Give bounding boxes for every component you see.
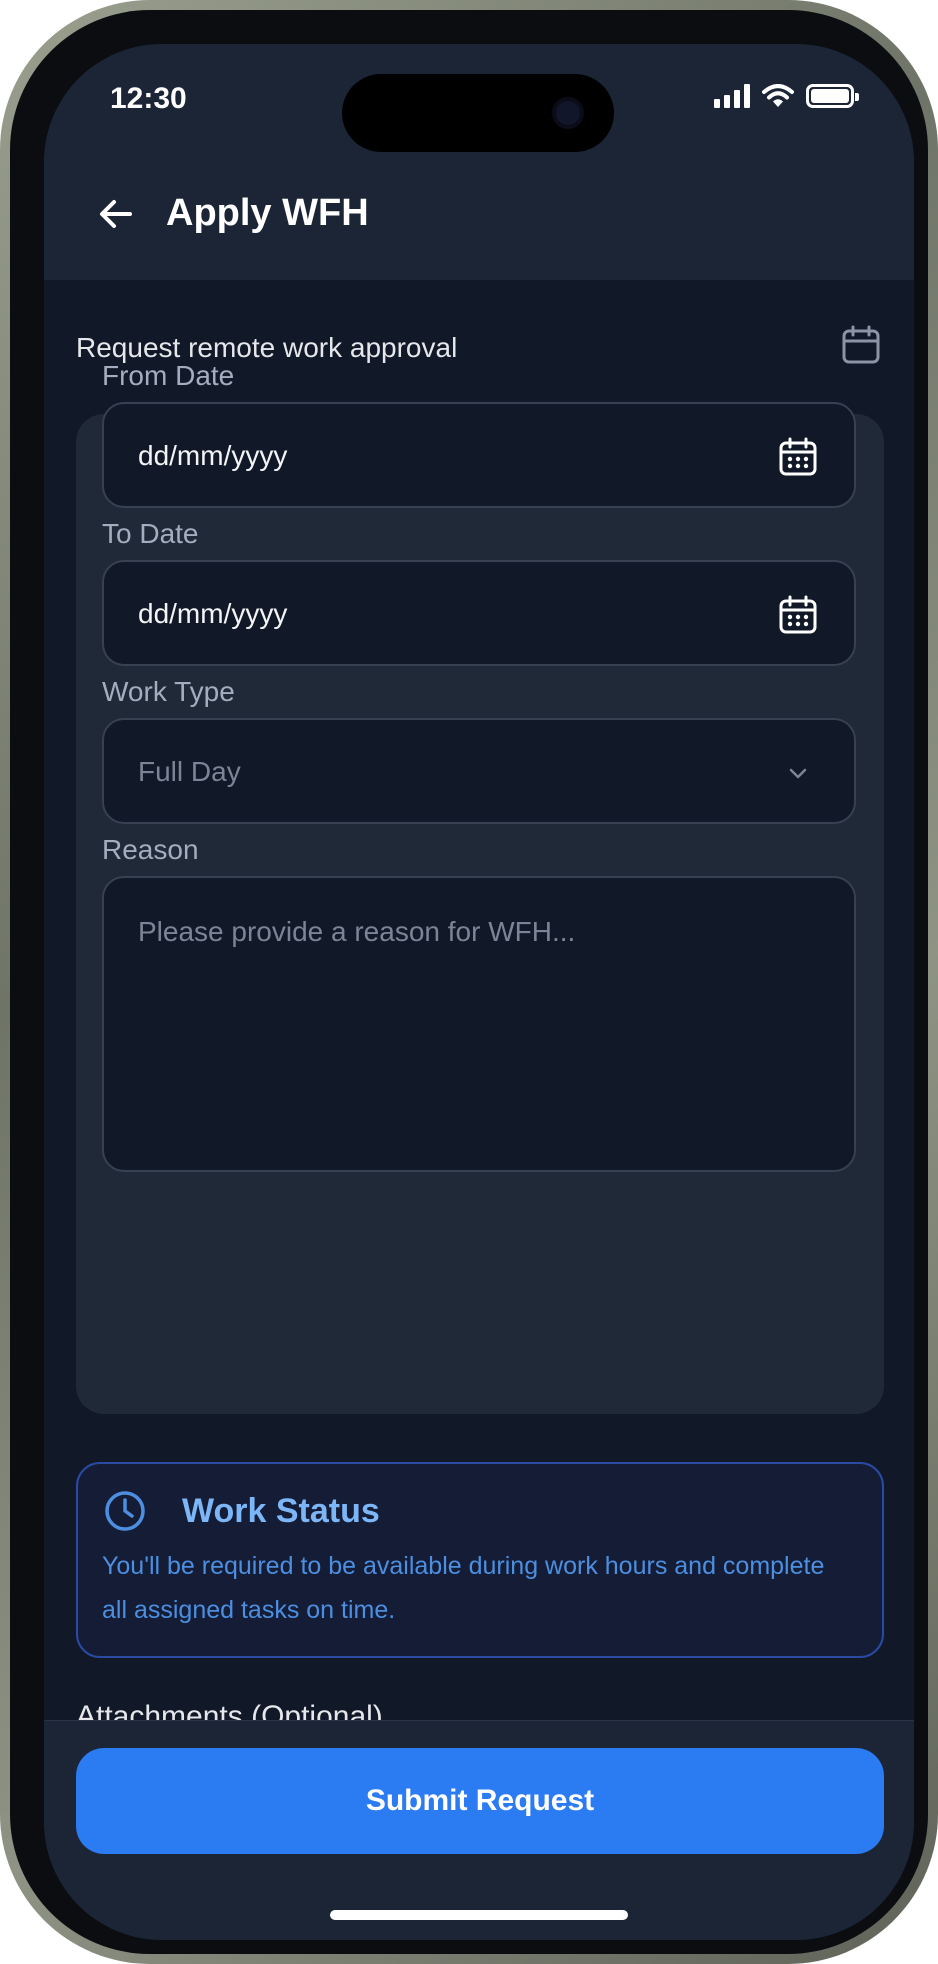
work-type-select[interactable]: Full Day: [102, 718, 856, 824]
battery-icon: [806, 84, 859, 108]
wifi-icon: [762, 84, 794, 107]
chevron-down-icon: [789, 768, 807, 779]
reason-textarea[interactable]: Please provide a reason for WFH...: [102, 876, 856, 1172]
page-title: Apply WFH: [166, 192, 369, 234]
camera-icon: [552, 97, 584, 129]
work-status-notice: Work Status You'll be required to be ava…: [76, 1462, 884, 1658]
to-date-placeholder: dd/mm/yyyy: [138, 598, 288, 629]
from-date-placeholder: dd/mm/yyyy: [138, 440, 288, 471]
calendar-icon[interactable]: [840, 324, 882, 366]
submit-request-button[interactable]: Submit Request: [76, 1748, 884, 1854]
status-time: 12:30: [110, 82, 187, 115]
work-type-value: Full Day: [138, 756, 241, 787]
status-icons: [714, 84, 859, 108]
reason-label: Reason: [102, 834, 199, 865]
phone-frame: 12:30 Apply WFH Request remote work appr…: [0, 0, 938, 1964]
from-date-field[interactable]: dd/mm/yyyy: [102, 402, 856, 508]
from-date-label: From Date: [102, 360, 235, 391]
work-status-message: You'll be required to be available durin…: [102, 1552, 825, 1624]
to-date-field[interactable]: dd/mm/yyyy: [102, 560, 856, 666]
work-type-label: Work Type: [102, 676, 235, 707]
signal-icon: [714, 84, 750, 108]
calendar-icon[interactable]: [776, 593, 820, 637]
home-indicator[interactable]: [330, 1910, 628, 1920]
app-screen: 12:30 Apply WFH Request remote work appr…: [44, 44, 914, 1940]
reason-placeholder: Please provide a reason for WFH...: [138, 916, 576, 947]
phone-bezel: 12:30 Apply WFH Request remote work appr…: [10, 10, 928, 1954]
clock-icon: [105, 1491, 145, 1531]
to-date-label: To Date: [102, 518, 199, 549]
calendar-icon[interactable]: [776, 435, 820, 479]
dynamic-island: [342, 74, 614, 152]
back-arrow-icon[interactable]: [94, 192, 138, 236]
work-status-title: Work Status: [182, 1492, 380, 1530]
